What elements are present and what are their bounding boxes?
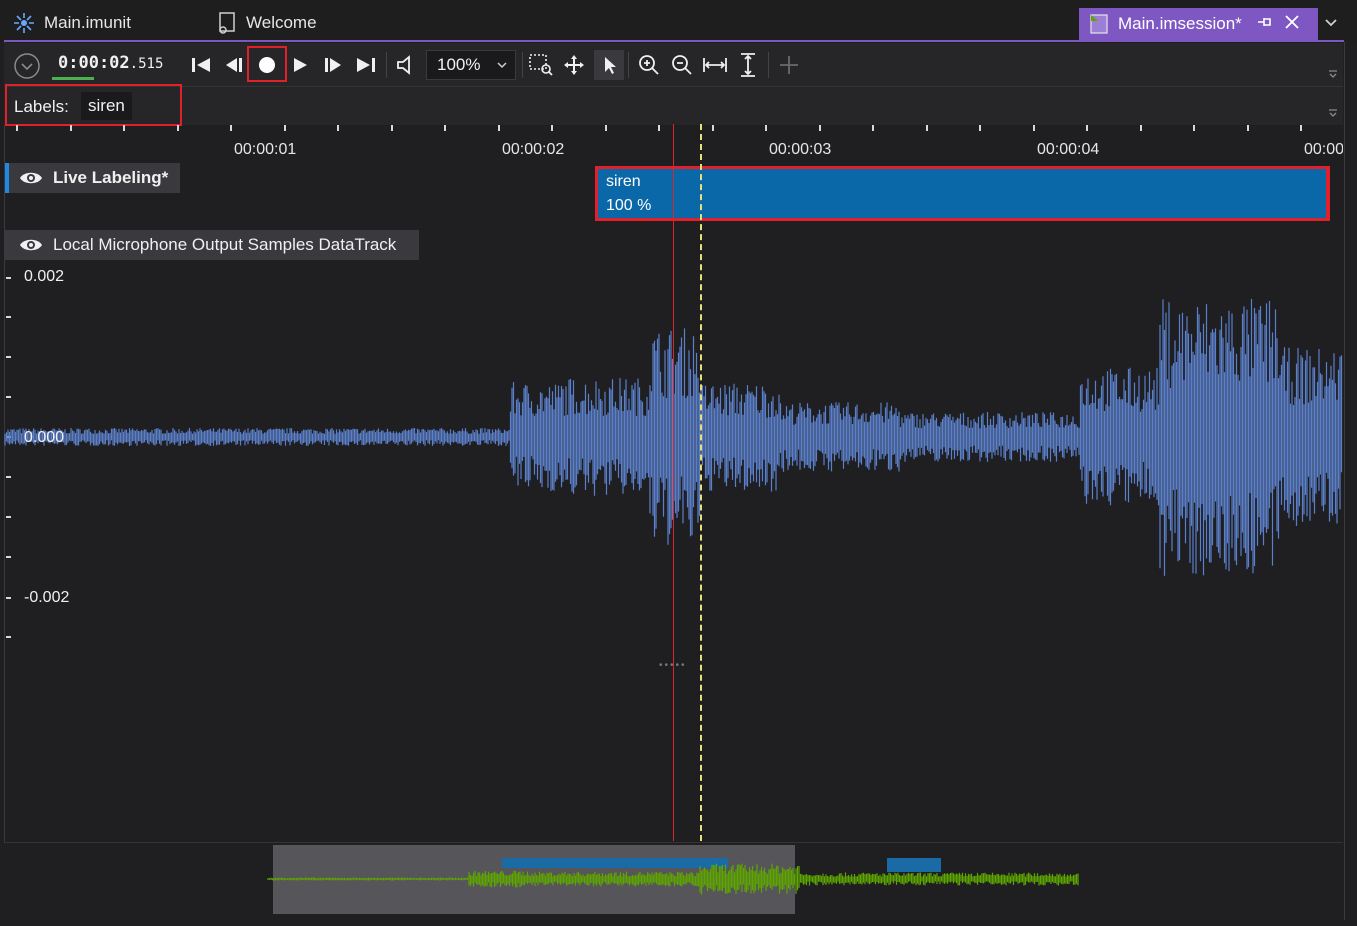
overview-waveform <box>267 863 1079 895</box>
